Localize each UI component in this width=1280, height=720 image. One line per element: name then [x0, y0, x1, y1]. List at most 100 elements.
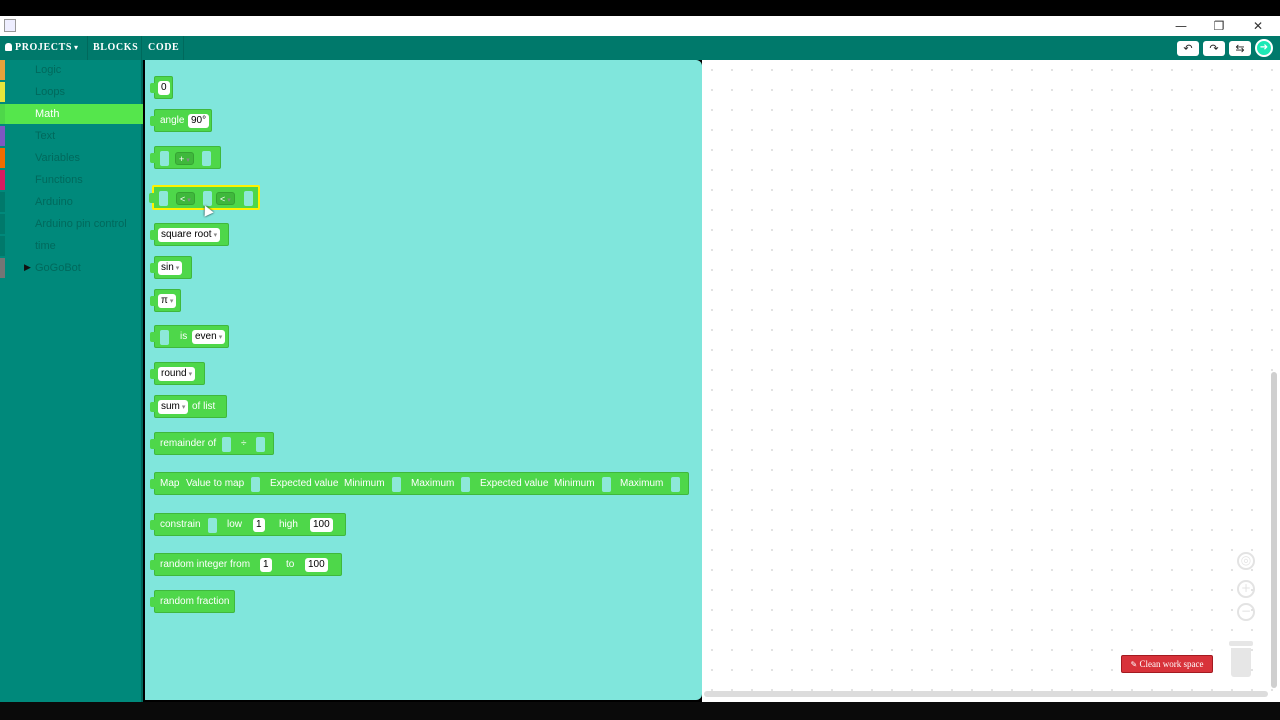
function-dropdown[interactable]: square root ▾ [158, 228, 221, 242]
trig-dropdown[interactable]: sin ▾ [158, 261, 183, 275]
block-label: Expected value [480, 478, 549, 489]
input-slot[interactable] [160, 151, 169, 166]
to-value-field[interactable]: 100 [305, 558, 328, 572]
projects-menu[interactable]: PROJECTS ▾ [5, 36, 79, 60]
input-slot[interactable] [202, 151, 211, 166]
recenter-icon[interactable]: ◎ [1237, 552, 1255, 570]
sidebar-item-math[interactable]: Math [0, 104, 143, 124]
low-value-field[interactable]: 1 [253, 518, 265, 532]
input-slot[interactable] [392, 477, 401, 492]
constant-dropdown[interactable]: π ▾ [158, 294, 177, 308]
clean-workspace-button[interactable]: ✎ Clean work space [1121, 655, 1213, 673]
top-toolbar: PROJECTS ▾ BLOCKS CODE ↶ ↷ ⇆ ➜ [0, 36, 1280, 60]
sidebar-item-variables[interactable]: Variables [0, 148, 143, 168]
sidebar-item-functions[interactable]: Functions [0, 170, 143, 190]
operator-dropdown[interactable]: < ▾ [176, 192, 195, 205]
projects-menu-label: PROJECTS [15, 42, 73, 53]
math-trig-block[interactable]: sin ▾ [150, 256, 192, 279]
input-slot[interactable] [159, 191, 168, 206]
connect-icon[interactable]: ⇆ [1229, 41, 1251, 56]
from-value-field[interactable]: 1 [260, 558, 272, 572]
math-round-block[interactable]: round ▾ [150, 362, 205, 385]
math-arithmetic-block[interactable]: + ▾ [150, 146, 221, 169]
close-button[interactable]: ✕ [1239, 16, 1277, 36]
sidebar-item-loops[interactable]: Loops [0, 82, 143, 102]
category-color-stripe [0, 82, 5, 102]
toolbox-sidebar: Logic Loops Math Text Variables Function… [0, 60, 143, 702]
math-number-property-block[interactable]: is even ▾ [150, 325, 229, 348]
math-map-block[interactable]: Map Value to map Expected value Minimum … [150, 472, 689, 495]
input-slot[interactable] [251, 477, 260, 492]
java-app-icon [4, 19, 16, 32]
property-dropdown[interactable]: even ▾ [192, 330, 226, 344]
zoom-in-icon[interactable]: + [1237, 580, 1255, 598]
sidebar-item-logic[interactable]: Logic [0, 60, 143, 80]
category-color-stripe [0, 60, 5, 80]
number-field[interactable]: 0 [158, 81, 170, 95]
math-constrain-block[interactable]: constrain low 1 high 100 [150, 513, 346, 536]
input-slot[interactable] [244, 191, 253, 206]
input-slot[interactable] [222, 437, 231, 452]
block-label: random integer from [160, 559, 251, 570]
math-number-block[interactable]: 0 [150, 76, 173, 99]
sidebar-item-label: Arduino [35, 196, 73, 208]
restore-button[interactable]: ❐ [1200, 16, 1238, 36]
block-label: high [279, 519, 298, 530]
block-label: Minimum [554, 478, 595, 489]
math-modulo-block[interactable]: remainder of ÷ [150, 432, 274, 455]
sidebar-item-time[interactable]: time [0, 236, 143, 256]
round-dropdown[interactable]: round ▾ [158, 367, 196, 381]
math-random-fraction-block[interactable]: random fraction [150, 590, 235, 613]
input-slot[interactable] [461, 477, 470, 492]
input-slot[interactable] [208, 518, 217, 533]
sidebar-item-arduino[interactable]: Arduino [0, 192, 143, 212]
operator-dropdown[interactable]: < ▾ [216, 192, 235, 205]
undo-icon[interactable]: ↶ [1177, 41, 1199, 56]
sidebar-item-label: Functions [35, 174, 83, 186]
minimize-button[interactable]: — [1162, 16, 1200, 36]
block-flyout: 0 angle 90° + ▾ < ▾ < ▾ square root ▾ si… [145, 60, 702, 700]
input-slot[interactable] [256, 437, 265, 452]
block-label: remainder of [160, 438, 217, 449]
input-slot[interactable] [671, 477, 680, 492]
block-label: Value to map [186, 478, 245, 489]
sidebar-item-label: Arduino pin control [35, 218, 127, 230]
block-label: of list [192, 401, 216, 412]
category-color-stripe [0, 192, 5, 212]
category-color-stripe [0, 126, 5, 146]
trash-can-icon[interactable] [1229, 641, 1253, 677]
angle-field[interactable]: 90° [188, 114, 210, 128]
input-slot[interactable] [602, 477, 611, 492]
user-icon [5, 43, 12, 51]
redo-icon[interactable]: ↷ [1203, 41, 1225, 56]
math-single-block[interactable]: square root ▾ [150, 223, 229, 246]
operator-dropdown[interactable]: + ▾ [175, 152, 194, 165]
math-random-int-block[interactable]: random integer from 1 to 100 [150, 553, 342, 576]
expand-arrow-icon[interactable]: ▶ [24, 258, 31, 278]
input-slot[interactable] [160, 330, 169, 345]
math-angle-block[interactable]: angle 90° [150, 109, 212, 132]
tab-blocks[interactable]: BLOCKS [93, 36, 138, 60]
window-title-bar: — ❐ ✕ [0, 16, 1280, 36]
category-color-stripe [0, 236, 5, 256]
sidebar-item-label: GoGoBot [35, 262, 81, 274]
block-label: ÷ [241, 438, 247, 449]
math-constant-block[interactable]: π ▾ [150, 289, 181, 312]
block-label: Minimum [344, 478, 385, 489]
block-label: Map [160, 478, 180, 489]
sidebar-item-text[interactable]: Text [0, 126, 143, 146]
horizontal-scrollbar[interactable] [704, 691, 1268, 697]
list-operation-dropdown[interactable]: sum ▾ [158, 400, 189, 414]
blockly-workspace[interactable] [702, 60, 1280, 702]
high-value-field[interactable]: 100 [310, 518, 333, 532]
tab-code[interactable]: CODE [148, 36, 179, 60]
math-on-list-block[interactable]: sum ▾ of list [150, 395, 227, 418]
block-label: is [180, 331, 188, 342]
vertical-scrollbar[interactable] [1271, 372, 1277, 688]
sidebar-item-gogobot[interactable]: ▶ GoGoBot [0, 258, 143, 278]
upload-arrow-icon[interactable]: ➜ [1255, 39, 1273, 57]
sidebar-item-arduino-pin-control[interactable]: Arduino pin control [0, 214, 143, 234]
category-color-stripe [0, 148, 5, 168]
zoom-out-icon[interactable]: − [1237, 603, 1255, 621]
sidebar-item-label: Logic [35, 64, 62, 76]
